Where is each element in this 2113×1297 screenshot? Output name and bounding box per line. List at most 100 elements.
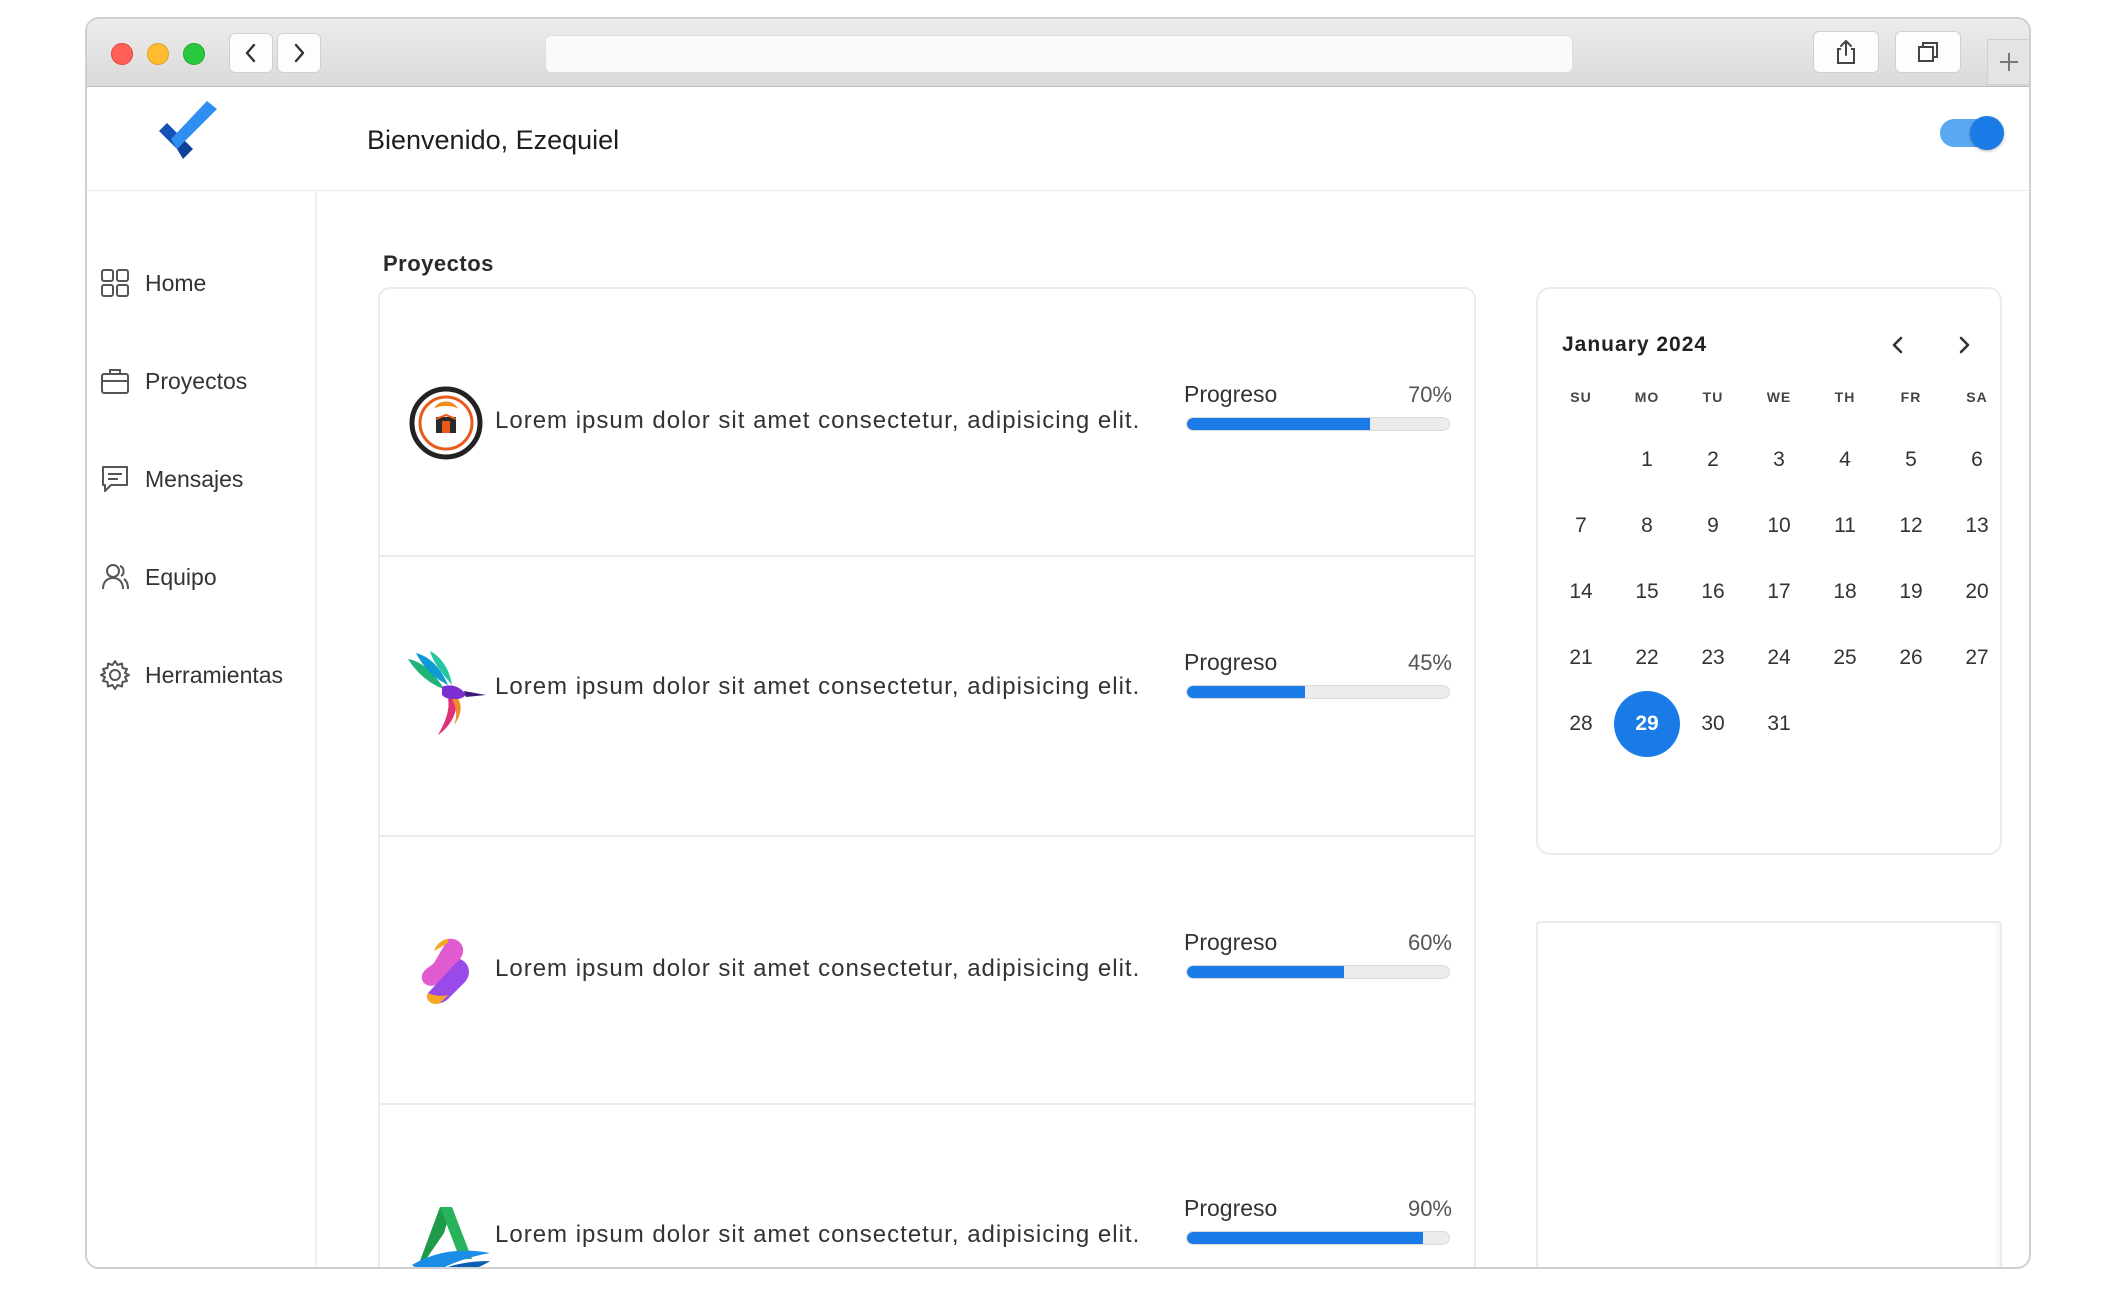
- progress-label: Progreso: [1184, 1195, 1278, 1221]
- grid-icon: [101, 269, 129, 297]
- calendar-day[interactable]: 5: [1878, 427, 1944, 493]
- theme-toggle[interactable]: [1940, 116, 2004, 150]
- calendar-day[interactable]: 31: [1746, 691, 1812, 757]
- emblem-logo-icon: [409, 386, 483, 460]
- project-row[interactable]: Lorem ipsum dolor sit amet consectetur, …: [380, 1105, 1474, 1267]
- calendar-day[interactable]: 14: [1548, 559, 1614, 625]
- calendar-day[interactable]: 13: [1944, 493, 2010, 559]
- checkmark-logo-icon: [159, 101, 217, 159]
- sidebar-item-home[interactable]: Home: [99, 263, 206, 303]
- calendar-day[interactable]: 7: [1548, 493, 1614, 559]
- tabs-icon: [1918, 42, 1938, 62]
- calendar-day[interactable]: 22: [1614, 625, 1680, 691]
- progress-label: Progreso: [1184, 929, 1278, 955]
- calendar-day[interactable]: 24: [1746, 625, 1812, 691]
- project-description: Lorem ipsum dolor sit amet consectetur, …: [495, 407, 1141, 434]
- progress-bar: [1186, 685, 1450, 699]
- gear-icon: [100, 660, 130, 690]
- calendar-day[interactable]: 28: [1548, 691, 1614, 757]
- calendar-day[interactable]: 8: [1614, 493, 1680, 559]
- ribbon-logo-icon: [421, 938, 469, 1005]
- side-panel: [1536, 921, 2002, 1267]
- projects-section-title: Proyectos: [383, 251, 494, 276]
- chevron-left-icon: [245, 43, 256, 63]
- calendar-day[interactable]: 10: [1746, 493, 1812, 559]
- weekday-label: MO: [1634, 389, 1660, 405]
- progress-percent: 90%: [1407, 1196, 1452, 1221]
- weekday-label: FR: [1900, 389, 1922, 405]
- calendar-day[interactable]: 6: [1944, 427, 2010, 493]
- calendar-widget: January 2024 SU MO TU WE TH FR SA 1 2 3 4 5 6 7 8 9 10 11…: [1536, 287, 2002, 855]
- calendar-day[interactable]: 12: [1878, 493, 1944, 559]
- project-row[interactable]: Lorem ipsum dolor sit amet consectetur, …: [380, 557, 1474, 837]
- chevron-right-icon: [1959, 336, 1970, 354]
- maximize-window-button[interactable]: [183, 43, 205, 65]
- calendar-day[interactable]: 25: [1812, 625, 1878, 691]
- tabs-overview-button[interactable]: [1895, 31, 1961, 73]
- toggle-knob: [1970, 116, 2004, 150]
- sidebar: Home Proyectos Mensajes Equipo Herramien…: [87, 191, 317, 1267]
- weekday-label: SU: [1570, 389, 1592, 405]
- calendar-day[interactable]: 27: [1944, 625, 2010, 691]
- welcome-message: Bienvenido, Ezequiel: [367, 125, 620, 155]
- progress-label: Progreso: [1184, 381, 1278, 407]
- sidebar-item-label: Herramientas: [145, 661, 284, 688]
- calendar-day[interactable]: 3: [1746, 427, 1812, 493]
- calendar-day[interactable]: 19: [1878, 559, 1944, 625]
- progress-bar-fill: [1187, 966, 1345, 978]
- calendar-day[interactable]: 26: [1878, 625, 1944, 691]
- chevron-right-icon: [294, 43, 305, 63]
- weekday-label: TU: [1702, 389, 1724, 405]
- weekday-label: WE: [1766, 389, 1792, 405]
- progress-percent: 45%: [1407, 650, 1452, 675]
- calendar-month-label: January 2024: [1562, 333, 1708, 356]
- team-icon: [102, 564, 129, 590]
- progress-bar: [1186, 417, 1450, 431]
- calendar-day[interactable]: 17: [1746, 559, 1812, 625]
- calendar-day[interactable]: 11: [1812, 493, 1878, 559]
- calendar-day[interactable]: 9: [1680, 493, 1746, 559]
- calendar-day[interactable]: 23: [1680, 625, 1746, 691]
- sidebar-item-label: Equipo: [145, 563, 217, 590]
- calendar-day[interactable]: 1: [1614, 427, 1680, 493]
- letter-a-logo-icon: [412, 1207, 490, 1267]
- calendar-day[interactable]: 30: [1680, 691, 1746, 757]
- briefcase-icon: [101, 369, 129, 394]
- chevron-left-icon: [1892, 336, 1903, 354]
- calendar-day[interactable]: 18: [1812, 559, 1878, 625]
- browser-forward-button[interactable]: [277, 33, 321, 73]
- calendar-prev-month-button[interactable]: [1884, 331, 1912, 359]
- calendar-day[interactable]: 15: [1614, 559, 1680, 625]
- calendar-day[interactable]: 21: [1548, 625, 1614, 691]
- sidebar-item-label: Mensajes: [145, 465, 244, 492]
- calendar-next-month-button[interactable]: [1950, 331, 1978, 359]
- browser-window: Bienvenido, Ezequiel Home Proyectos Mens…: [85, 17, 2031, 1269]
- hummingbird-logo-icon: [408, 651, 486, 735]
- browser-back-button[interactable]: [229, 33, 273, 73]
- calendar-day[interactable]: 20: [1944, 559, 2010, 625]
- sidebar-item-mensajes[interactable]: Mensajes: [99, 459, 243, 499]
- progress-bar-fill: [1187, 686, 1305, 698]
- calendar-day[interactable]: 4: [1812, 427, 1878, 493]
- calendar-day[interactable]: 2: [1680, 427, 1746, 493]
- project-row[interactable]: Lorem ipsum dolor sit amet consectetur, …: [380, 289, 1474, 557]
- sidebar-item-equipo[interactable]: Equipo: [99, 557, 217, 597]
- message-icon: [102, 466, 128, 492]
- project-description: Lorem ipsum dolor sit amet consectetur, …: [495, 1221, 1141, 1248]
- sidebar-item-proyectos[interactable]: Proyectos: [99, 361, 247, 401]
- close-window-button[interactable]: [111, 43, 133, 65]
- project-row[interactable]: Lorem ipsum dolor sit amet consectetur, …: [380, 837, 1474, 1105]
- plus-icon: [2000, 53, 2018, 71]
- progress-bar-fill: [1187, 418, 1371, 430]
- weekday-label: SA: [1966, 389, 1988, 405]
- calendar-day-selected[interactable]: 29: [1614, 691, 1680, 757]
- sidebar-item-herramientas[interactable]: Herramientas: [99, 655, 283, 695]
- new-tab-button[interactable]: [1987, 39, 2029, 85]
- share-button[interactable]: [1813, 31, 1879, 73]
- calendar-day[interactable]: 16: [1680, 559, 1746, 625]
- address-bar[interactable]: [545, 35, 1573, 73]
- project-description: Lorem ipsum dolor sit amet consectetur, …: [495, 955, 1141, 982]
- minimize-window-button[interactable]: [147, 43, 169, 65]
- weekday-label: TH: [1834, 389, 1856, 405]
- progress-percent: 70%: [1407, 382, 1452, 407]
